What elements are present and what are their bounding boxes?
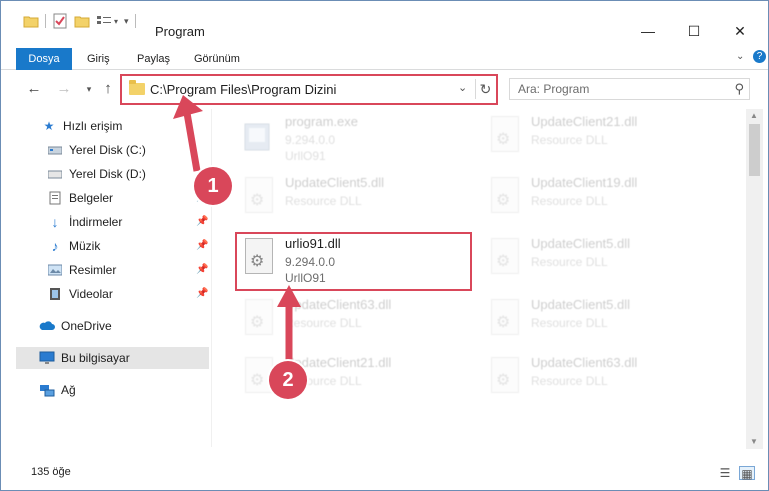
step-2-callout: 2 <box>269 361 307 399</box>
tiles-view-icon[interactable]: ▦ <box>739 466 755 481</box>
step-1-callout: 1 <box>194 167 232 205</box>
details-view-icon[interactable]: ☰ <box>717 466 733 480</box>
status-bar: 135 öğe ☰ ▦ <box>1 456 768 490</box>
item-count: 135 öğe <box>31 466 71 478</box>
explorer-window: ▾ ▾ Program — ☐ ✕ Dosya Giriş Paylaş Gör… <box>0 0 769 491</box>
annotation-arrows <box>173 95 301 361</box>
